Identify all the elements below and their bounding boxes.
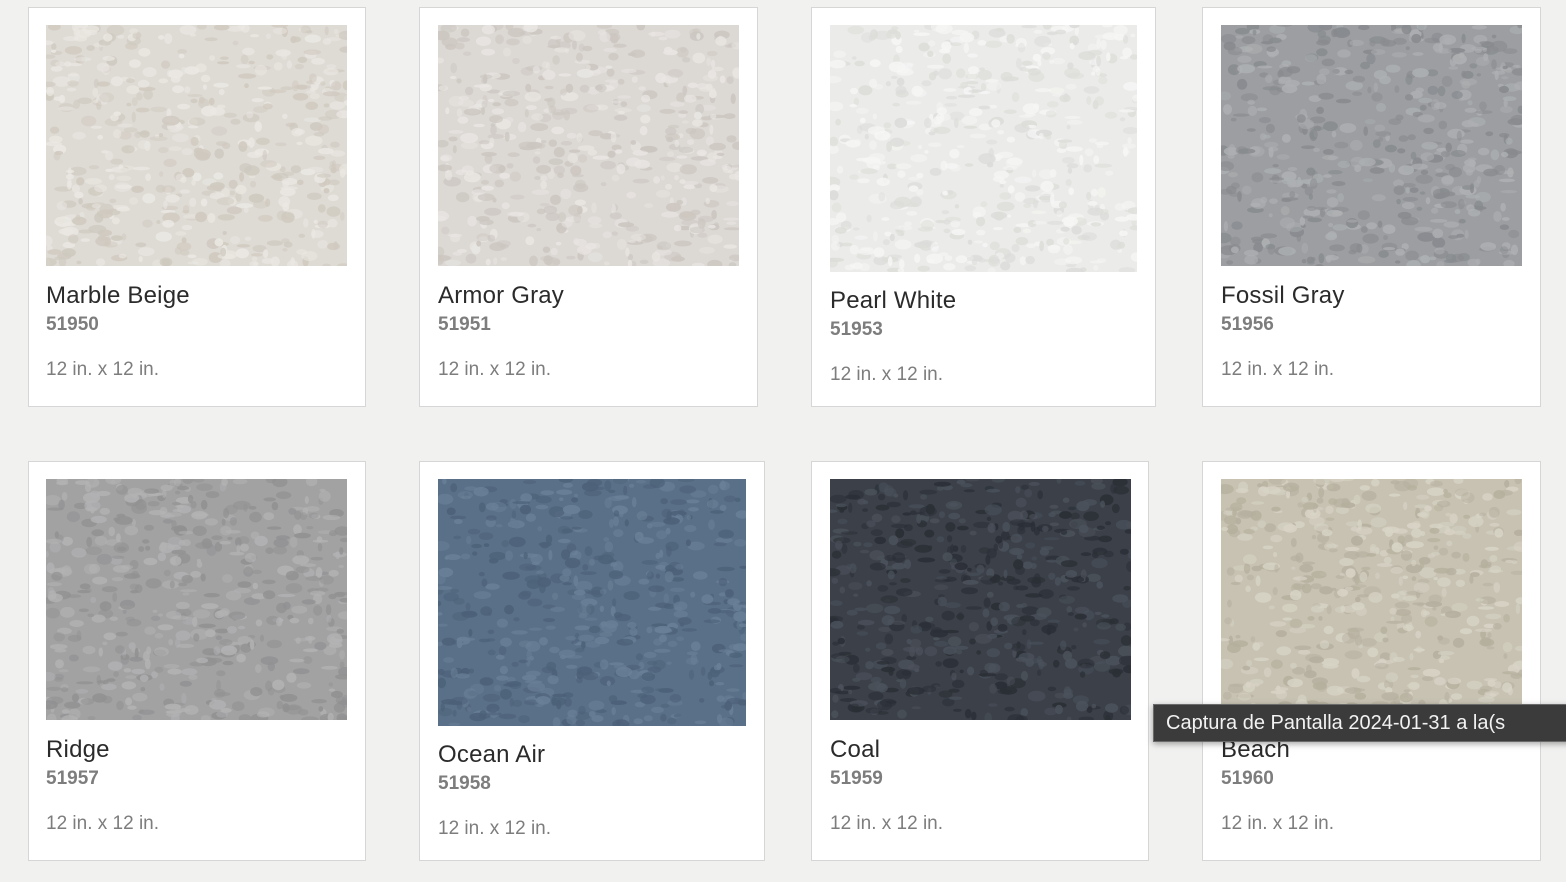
product-card-beach[interactable]: Beach 51960 12 in. x 12 in.	[1202, 461, 1541, 861]
tile-texture	[830, 25, 1137, 272]
product-code: 51951	[438, 314, 491, 335]
tile-texture	[46, 25, 347, 266]
product-code: 51959	[830, 768, 883, 789]
tile-texture	[830, 479, 1131, 720]
product-code: 51957	[46, 768, 99, 789]
product-swatch-image[interactable]	[830, 479, 1131, 720]
product-grid: Marble Beige 51950 12 in. x 12 in. Armor…	[0, 0, 1566, 882]
product-swatch-image[interactable]	[830, 25, 1137, 272]
product-name[interactable]: Ocean Air	[438, 741, 545, 769]
product-swatch-image[interactable]	[438, 479, 746, 726]
tile-texture	[1221, 479, 1522, 720]
tile-texture	[46, 479, 347, 720]
product-card-armor-gray[interactable]: Armor Gray 51951 12 in. x 12 in.	[419, 7, 758, 407]
product-swatch-image[interactable]	[1221, 25, 1522, 266]
image-tooltip: Captura de Pantalla 2024-01-31 a la(s	[1153, 704, 1566, 742]
product-code: 51953	[830, 319, 883, 340]
product-size: 12 in. x 12 in.	[438, 359, 552, 380]
product-swatch-image[interactable]	[46, 25, 347, 266]
tile-texture	[1221, 25, 1522, 266]
product-size: 12 in. x 12 in.	[1221, 359, 1335, 380]
product-size: 12 in. x 12 in.	[46, 359, 160, 380]
product-size: 12 in. x 12 in.	[46, 813, 160, 834]
product-size: 12 in. x 12 in.	[830, 813, 944, 834]
product-card-pearl-white[interactable]: Pearl White 51953 12 in. x 12 in.	[811, 7, 1156, 407]
product-name[interactable]: Armor Gray	[438, 282, 564, 310]
product-size: 12 in. x 12 in.	[1221, 813, 1335, 834]
product-name[interactable]: Ridge	[46, 736, 110, 764]
product-code: 51956	[1221, 314, 1274, 335]
product-size: 12 in. x 12 in.	[830, 364, 944, 385]
product-card-marble-beige[interactable]: Marble Beige 51950 12 in. x 12 in.	[28, 7, 366, 407]
product-name[interactable]: Marble Beige	[46, 282, 190, 310]
product-card-ocean-air[interactable]: Ocean Air 51958 12 in. x 12 in.	[419, 461, 765, 861]
product-swatch-image[interactable]	[46, 479, 347, 720]
product-code: 51960	[1221, 768, 1274, 789]
product-swatch-image[interactable]	[438, 25, 739, 266]
product-card-coal[interactable]: Coal 51959 12 in. x 12 in.	[811, 461, 1149, 861]
product-code: 51950	[46, 314, 99, 335]
product-name[interactable]: Pearl White	[830, 287, 956, 315]
tile-texture	[438, 479, 746, 726]
product-code: 51958	[438, 773, 491, 794]
product-swatch-image[interactable]	[1221, 479, 1522, 720]
product-name[interactable]: Fossil Gray	[1221, 282, 1345, 310]
product-name[interactable]: Coal	[830, 736, 880, 764]
product-size: 12 in. x 12 in.	[438, 818, 552, 839]
product-card-ridge[interactable]: Ridge 51957 12 in. x 12 in.	[28, 461, 366, 861]
tile-texture	[438, 25, 739, 266]
product-card-fossil-gray[interactable]: Fossil Gray 51956 12 in. x 12 in.	[1202, 7, 1541, 407]
